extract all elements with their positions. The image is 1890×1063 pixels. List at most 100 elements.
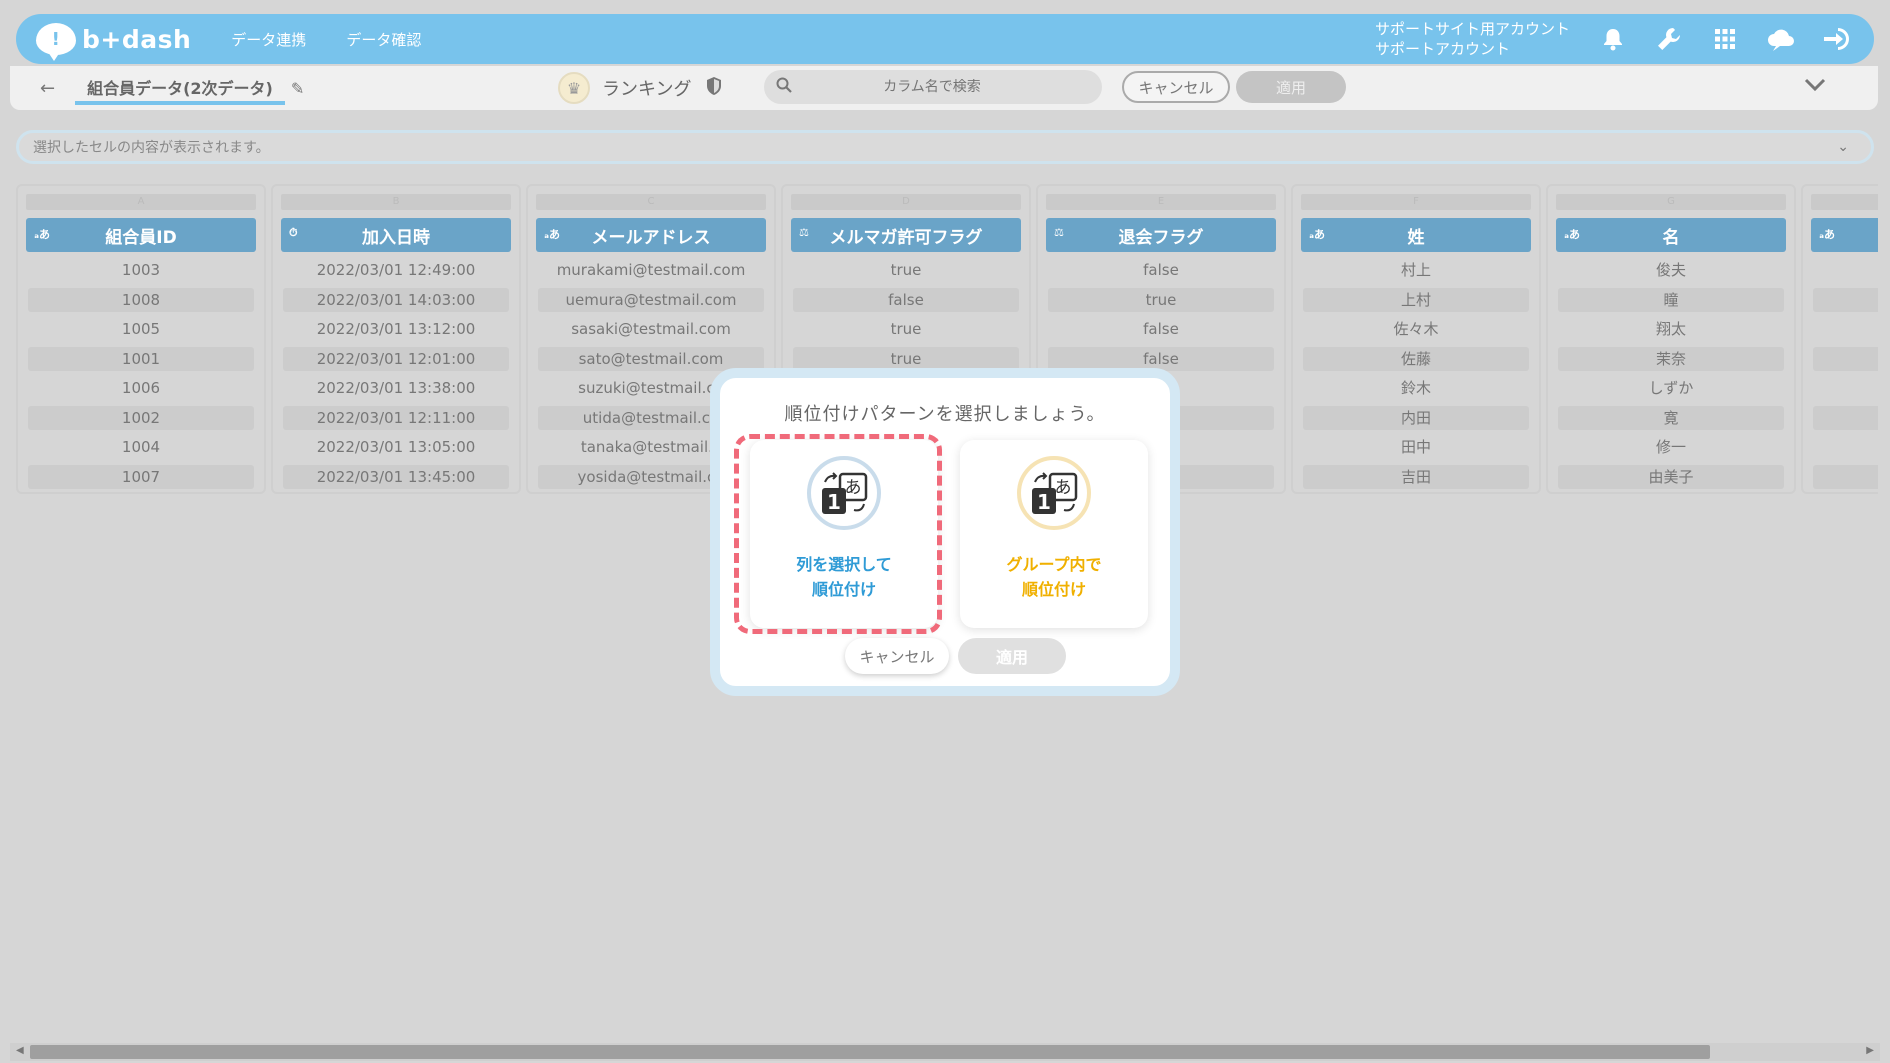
grid-cell[interactable]: false bbox=[1048, 317, 1274, 341]
column-header[interactable]: ₐあ メールアドレス bbox=[536, 218, 766, 252]
grid-cell[interactable]: 修一 bbox=[1558, 435, 1784, 459]
grid-cell[interactable]: sasaki@testmail.com bbox=[538, 317, 764, 341]
grid-cell[interactable]: 1006 bbox=[28, 376, 254, 400]
grid-cell[interactable]: true bbox=[793, 258, 1019, 282]
grid-cell[interactable]: 内田 bbox=[1303, 405, 1529, 430]
toolbar-cancel-button[interactable]: キャンセル bbox=[1122, 71, 1230, 103]
dataset-title[interactable]: 組合員データ(2次データ) bbox=[75, 75, 285, 105]
nav-data-integration[interactable]: データ連携 bbox=[231, 29, 306, 50]
cell-content-preview[interactable]: 選択したセルの内容が表示されます。 ⌄ bbox=[16, 130, 1874, 164]
column-letter[interactable]: A bbox=[26, 194, 256, 210]
grid-cell[interactable]: uemura@testmail.com bbox=[538, 287, 764, 312]
column-letter[interactable]: D bbox=[791, 194, 1021, 210]
column-letter[interactable]: C bbox=[536, 194, 766, 210]
grid-cell[interactable]: 1002 bbox=[28, 405, 254, 430]
scrollbar-thumb[interactable] bbox=[30, 1045, 1710, 1059]
grid-menu-icon[interactable] bbox=[1706, 20, 1744, 58]
column-letter[interactable]: G bbox=[1556, 194, 1786, 210]
wrench-icon[interactable] bbox=[1650, 20, 1688, 58]
grid-cell[interactable]: 1008 bbox=[28, 287, 254, 312]
grid-cell[interactable]: 翔太 bbox=[1558, 317, 1784, 341]
column-letter[interactable]: E bbox=[1046, 194, 1276, 210]
grid-cell[interactable]: true bbox=[793, 317, 1019, 341]
grid-cell[interactable]: 2022/03/01 12:49:00 bbox=[283, 258, 509, 282]
operation-name: ランキング bbox=[602, 79, 692, 100]
grid-cell[interactable] bbox=[1813, 435, 1878, 459]
column-header[interactable]: ₐあ 名 bbox=[1556, 218, 1786, 252]
column-header[interactable]: ⏱ 加入日時 bbox=[281, 218, 511, 252]
scroll-right-icon[interactable]: ▶ bbox=[1866, 1045, 1874, 1056]
grid-cell[interactable]: 瞳 bbox=[1558, 287, 1784, 312]
column-header[interactable]: ₐあ 組合員ID bbox=[26, 218, 256, 252]
grid-cell[interactable]: 佐々木 bbox=[1303, 317, 1529, 341]
grid-cell[interactable]: 1007 bbox=[28, 464, 254, 489]
grid-cell[interactable]: 上村 bbox=[1303, 287, 1529, 312]
grid-cell[interactable]: 1003 bbox=[28, 258, 254, 282]
grid-cell[interactable]: 田中 bbox=[1303, 435, 1529, 459]
grid-cell[interactable] bbox=[1813, 258, 1878, 282]
rank-by-column-option[interactable]: あ 1 列を選択して 順位付け bbox=[750, 440, 938, 628]
logo[interactable]: ! b+dash bbox=[36, 23, 191, 61]
grid-cell[interactable]: 俊夫 bbox=[1558, 258, 1784, 282]
grid-cell[interactable]: false bbox=[1048, 346, 1274, 371]
grid-cell[interactable] bbox=[1813, 405, 1878, 430]
grid-cell[interactable]: 2022/03/01 12:01:00 bbox=[283, 346, 509, 371]
column-header[interactable]: ₐあ bbox=[1811, 218, 1878, 252]
chevron-down-icon[interactable] bbox=[1804, 76, 1826, 97]
column-header-label: 名 bbox=[1662, 227, 1680, 248]
column-header-label: メルマガ許可フラグ bbox=[829, 227, 983, 248]
grid-cell[interactable]: しずか bbox=[1558, 376, 1784, 400]
column-letter[interactable]: F bbox=[1301, 194, 1531, 210]
cloud-badge-icon[interactable] bbox=[1762, 20, 1800, 58]
search-input[interactable] bbox=[802, 79, 1062, 95]
column-letter[interactable]: B bbox=[281, 194, 511, 210]
shield-icon[interactable] bbox=[705, 76, 723, 100]
grid-cell[interactable]: 2022/03/01 14:03:00 bbox=[283, 287, 509, 312]
grid-cell[interactable]: 寛 bbox=[1558, 405, 1784, 430]
grid-cell[interactable]: 2022/03/01 13:38:00 bbox=[283, 376, 509, 400]
grid-cell[interactable]: 1001 bbox=[28, 346, 254, 371]
account-info[interactable]: サポートサイト用アカウント サポートアカウント bbox=[1375, 19, 1570, 59]
column-letter[interactable]: H bbox=[1811, 194, 1878, 210]
logout-icon[interactable] bbox=[1818, 20, 1856, 58]
column-header[interactable]: ⚖ 退会フラグ bbox=[1046, 218, 1276, 252]
grid-cell[interactable]: false bbox=[793, 287, 1019, 312]
grid-cell[interactable]: murakami@testmail.com bbox=[538, 258, 764, 282]
rank-within-group-option[interactable]: あ 1 グループ内で 順位付け bbox=[960, 440, 1148, 628]
grid-cell[interactable]: 1005 bbox=[28, 317, 254, 341]
grid-cell[interactable]: sato@testmail.com bbox=[538, 346, 764, 371]
grid-cell[interactable]: true bbox=[1048, 287, 1274, 312]
grid-cell[interactable]: true bbox=[793, 346, 1019, 371]
grid-cell[interactable]: 2022/03/01 13:12:00 bbox=[283, 317, 509, 341]
grid-cell[interactable]: 茉奈 bbox=[1558, 346, 1784, 371]
grid-cell[interactable]: 村上 bbox=[1303, 258, 1529, 282]
column-header[interactable]: ⚖ メルマガ許可フラグ bbox=[791, 218, 1021, 252]
grid-cell[interactable]: false bbox=[1048, 258, 1274, 282]
scroll-left-icon[interactable]: ◀ bbox=[16, 1045, 24, 1056]
horizontal-scrollbar[interactable]: ◀ ▶ bbox=[10, 1043, 1880, 1061]
nav-data-check[interactable]: データ確認 bbox=[346, 29, 421, 50]
grid-cell[interactable] bbox=[1813, 287, 1878, 312]
modal-apply-button[interactable]: 適用 bbox=[958, 638, 1066, 674]
toolbar-apply-button[interactable]: 適用 bbox=[1236, 71, 1346, 103]
grid-cell[interactable]: 2022/03/01 13:05:00 bbox=[283, 435, 509, 459]
grid-cell[interactable]: 1004 bbox=[28, 435, 254, 459]
grid-cell[interactable]: 吉田 bbox=[1303, 464, 1529, 489]
grid-cell[interactable] bbox=[1813, 346, 1878, 371]
grid-cell[interactable]: 2022/03/01 13:45:00 bbox=[283, 464, 509, 489]
back-arrow-icon[interactable]: ← bbox=[40, 78, 55, 99]
grid-cell[interactable]: 2022/03/01 12:11:00 bbox=[283, 405, 509, 430]
grid-cell[interactable]: 佐藤 bbox=[1303, 346, 1529, 371]
column-search[interactable] bbox=[764, 70, 1102, 104]
expand-chevron-icon[interactable]: ⌄ bbox=[1837, 139, 1849, 155]
column-header[interactable]: ₐあ 姓 bbox=[1301, 218, 1531, 252]
grid-cell[interactable] bbox=[1813, 376, 1878, 400]
grid-cell[interactable]: 由美子 bbox=[1558, 464, 1784, 489]
grid-cell[interactable] bbox=[1813, 317, 1878, 341]
pencil-icon[interactable]: ✎ bbox=[291, 79, 304, 98]
bell-icon[interactable] bbox=[1594, 20, 1632, 58]
modal-cancel-button[interactable]: キャンセル bbox=[845, 638, 949, 674]
grid-cell[interactable] bbox=[1813, 464, 1878, 489]
boolean-type-icon: ⚖ bbox=[799, 226, 809, 239]
grid-cell[interactable]: 鈴木 bbox=[1303, 376, 1529, 400]
